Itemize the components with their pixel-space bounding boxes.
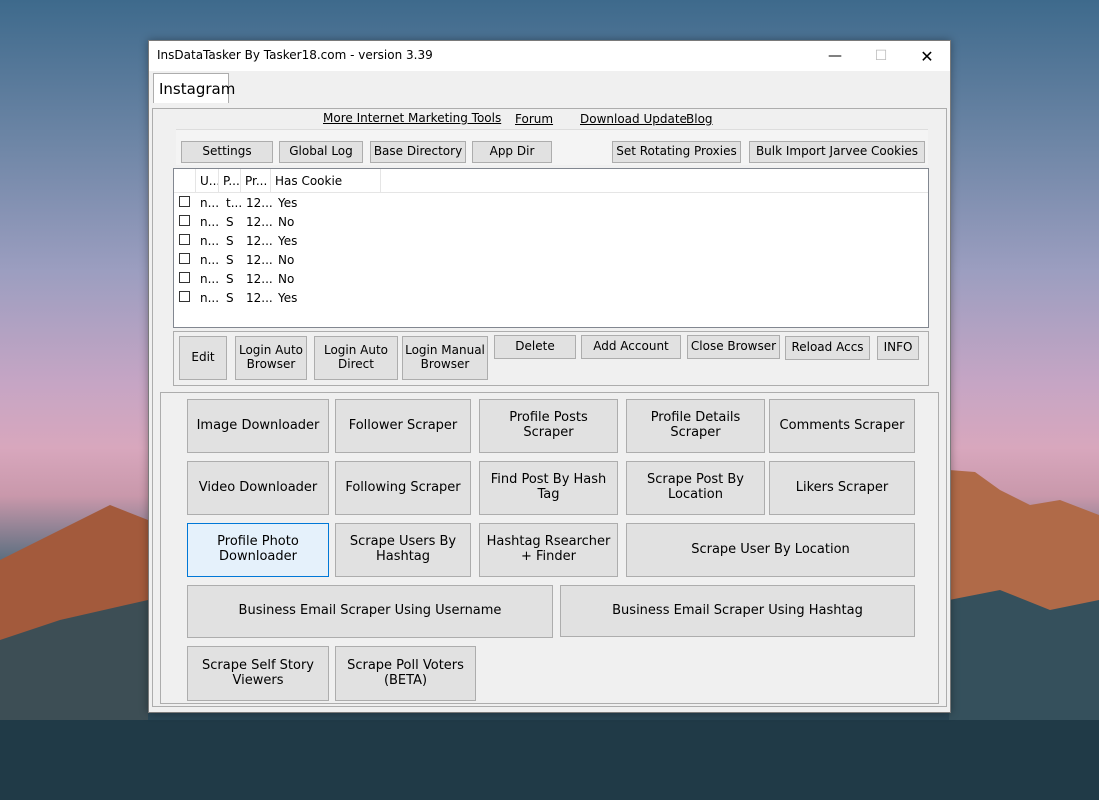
cell-password: S: [226, 290, 234, 305]
cell-has-cookie: Yes: [278, 233, 298, 248]
image-downloader-button[interactable]: Image Downloader: [187, 399, 329, 453]
account-row[interactable]: n... S 12... Yes: [174, 231, 928, 250]
account-row[interactable]: n... S 12... No: [174, 212, 928, 231]
cell-password: t...: [226, 195, 243, 210]
column-header-proxy[interactable]: Pr...: [241, 169, 271, 192]
cell-proxy: 12...: [246, 233, 273, 248]
scrape-user-by-location-button[interactable]: Scrape User By Location: [626, 523, 915, 577]
tab-instagram[interactable]: Instagram: [153, 73, 235, 103]
cell-proxy: 12...: [246, 214, 273, 229]
login-manual-browser-button[interactable]: Login Manual Browser: [402, 336, 488, 380]
download-update-link[interactable]: Download Update: [580, 112, 687, 126]
account-row[interactable]: n... S 12... No: [174, 250, 928, 269]
add-account-button[interactable]: Add Account: [581, 335, 681, 359]
accounts-list-header: U... P... Pr... Has Cookie: [174, 169, 928, 193]
row-checkbox[interactable]: [179, 272, 190, 283]
app-dir-button[interactable]: App Dir: [472, 141, 552, 163]
maximize-icon: ☐: [874, 48, 888, 64]
tools-group: Image Downloader Follower Scraper Profil…: [160, 392, 939, 704]
cell-username: n...: [200, 290, 220, 305]
info-button[interactable]: INFO: [877, 336, 919, 360]
row-checkbox[interactable]: [179, 215, 190, 226]
close-icon: ✕: [920, 46, 934, 66]
bulk-import-jarvee-cookies-button[interactable]: Bulk Import Jarvee Cookies: [749, 141, 925, 163]
reload-accs-button[interactable]: Reload Accs: [785, 336, 870, 360]
minimize-button[interactable]: —: [812, 41, 858, 71]
account-row[interactable]: n... S 12... Yes: [174, 288, 928, 307]
cell-has-cookie: Yes: [278, 195, 298, 210]
cell-password: S: [226, 214, 234, 229]
cell-username: n...: [200, 233, 220, 248]
marketing-tools-link[interactable]: More Internet Marketing Tools: [323, 111, 501, 125]
account-row[interactable]: n... t... 12... Yes: [174, 193, 928, 212]
cell-password: S: [226, 233, 234, 248]
row-checkbox[interactable]: [179, 291, 190, 302]
login-auto-browser-button[interactable]: Login Auto Browser: [235, 336, 307, 380]
scrape-poll-voters-button[interactable]: Scrape Poll Voters (BETA): [335, 646, 476, 701]
scrape-users-by-hashtag-button[interactable]: Scrape Users By Hashtag: [335, 523, 471, 577]
profile-photo-downloader-button[interactable]: Profile Photo Downloader: [187, 523, 329, 577]
cell-password: S: [226, 271, 234, 286]
global-log-button[interactable]: Global Log: [279, 141, 363, 163]
base-directory-button[interactable]: Base Directory: [370, 141, 466, 163]
column-header-password[interactable]: P...: [219, 169, 241, 192]
maximize-button[interactable]: ☐: [858, 41, 904, 71]
cell-has-cookie: Yes: [278, 290, 298, 305]
cell-password: S: [226, 252, 234, 267]
comments-scraper-button[interactable]: Comments Scraper: [769, 399, 915, 453]
cell-proxy: 12...: [246, 271, 273, 286]
column-header-username[interactable]: U...: [196, 169, 219, 192]
forum-link[interactable]: Forum: [515, 112, 553, 126]
profile-details-scraper-button[interactable]: Profile Details Scraper: [626, 399, 765, 453]
delete-button[interactable]: Delete: [494, 335, 576, 359]
cell-username: n...: [200, 252, 220, 267]
set-rotating-proxies-button[interactable]: Set Rotating Proxies: [612, 141, 741, 163]
edit-button[interactable]: Edit: [179, 336, 227, 380]
row-checkbox[interactable]: [179, 234, 190, 245]
hashtag-researcher-finder-button[interactable]: Hashtag Rsearcher + Finder: [479, 523, 618, 577]
toolbar: Settings Global Log Base Directory App D…: [176, 129, 928, 165]
business-email-scraper-username-button[interactable]: Business Email Scraper Using Username: [187, 585, 553, 638]
login-auto-direct-button[interactable]: Login Auto Direct: [314, 336, 398, 380]
cell-has-cookie: No: [278, 214, 295, 229]
title-bar[interactable]: InsDataTasker By Tasker18.com - version …: [149, 41, 950, 71]
row-checkbox[interactable]: [179, 253, 190, 264]
cell-proxy: 12...: [246, 195, 273, 210]
profile-posts-scraper-button[interactable]: Profile Posts Scraper: [479, 399, 618, 453]
scrape-self-story-viewers-button[interactable]: Scrape Self Story Viewers: [187, 646, 329, 701]
row-checkbox[interactable]: [179, 196, 190, 207]
cell-has-cookie: No: [278, 271, 295, 286]
cell-username: n...: [200, 214, 220, 229]
video-downloader-button[interactable]: Video Downloader: [187, 461, 329, 515]
cell-proxy: 12...: [246, 290, 273, 305]
close-button[interactable]: ✕: [904, 41, 950, 71]
find-post-by-hash-tag-button[interactable]: Find Post By Hash Tag: [479, 461, 618, 515]
account-actions-panel: Edit Login Auto Browser Login Auto Direc…: [173, 331, 929, 386]
business-email-scraper-hashtag-button[interactable]: Business Email Scraper Using Hashtag: [560, 585, 915, 637]
account-row[interactable]: n... S 12... No: [174, 269, 928, 288]
instagram-tab-panel: More Internet Marketing Tools Forum Down…: [152, 108, 947, 707]
likers-scraper-button[interactable]: Likers Scraper: [769, 461, 915, 515]
cell-proxy: 12...: [246, 252, 273, 267]
settings-button[interactable]: Settings: [181, 141, 273, 163]
tab-label: Instagram: [159, 79, 236, 98]
minimize-icon: —: [828, 48, 842, 64]
column-header-has-cookie[interactable]: Has Cookie: [271, 169, 381, 192]
accounts-list[interactable]: U... P... Pr... Has Cookie n... t... 12...…: [173, 168, 929, 328]
tab-strip: Instagram: [149, 71, 950, 103]
cell-username: n...: [200, 195, 220, 210]
close-browser-button[interactable]: Close Browser: [687, 335, 780, 359]
app-window: InsDataTasker By Tasker18.com - version …: [148, 40, 951, 713]
scrape-post-by-location-button[interactable]: Scrape Post By Location: [626, 461, 765, 515]
following-scraper-button[interactable]: Following Scraper: [335, 461, 471, 515]
blog-link[interactable]: Blog: [686, 112, 713, 126]
window-title: InsDataTasker By Tasker18.com - version …: [157, 48, 433, 62]
cell-has-cookie: No: [278, 252, 295, 267]
checkbox-column-header[interactable]: [174, 169, 196, 192]
follower-scraper-button[interactable]: Follower Scraper: [335, 399, 471, 453]
cell-username: n...: [200, 271, 220, 286]
